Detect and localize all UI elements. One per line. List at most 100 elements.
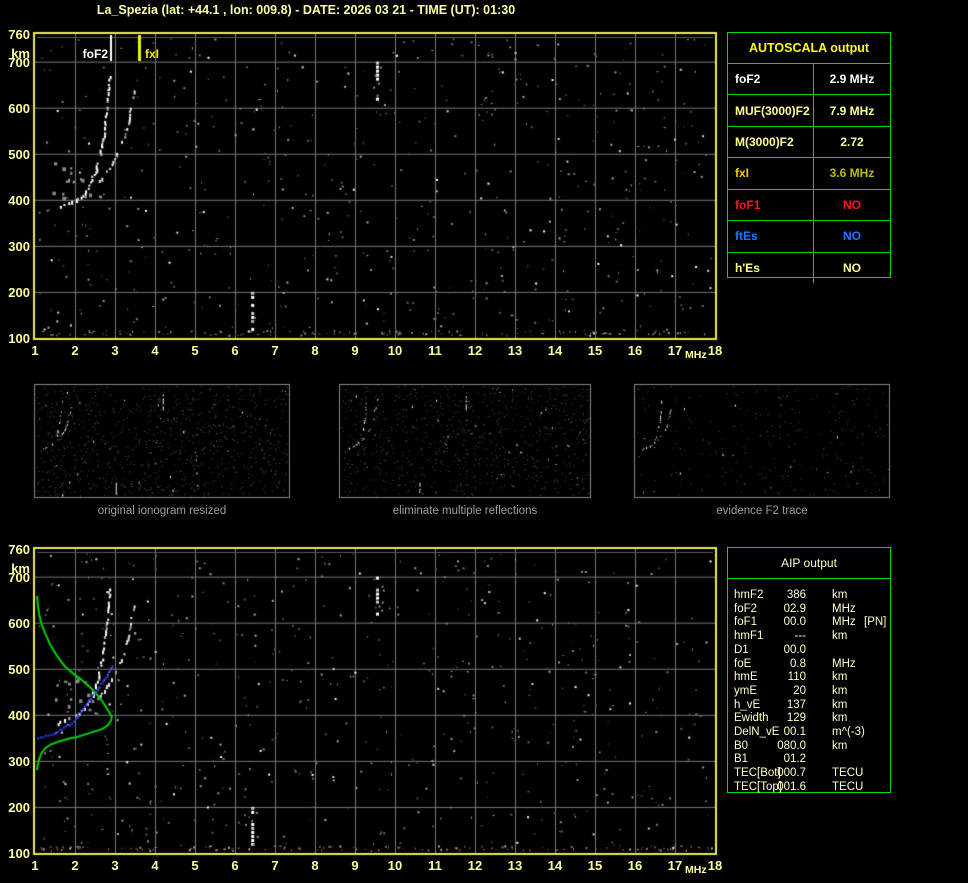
- autoscala-row-value: 2.9 MHz: [829, 72, 875, 87]
- station-title: La_Spezia (lat: +44.1 , lon: 009.8) - DA…: [96, 3, 516, 17]
- aip-output-title: AIP output: [728, 548, 890, 579]
- autoscala-column-divider: [813, 158, 814, 189]
- autoscala-output-title: AUTOSCALA output: [728, 33, 890, 64]
- x-axis-tick-label: 16: [627, 343, 643, 358]
- x-axis-tick-label: 1: [31, 343, 39, 358]
- aip-row-unit: km: [832, 698, 848, 711]
- aip-row-unit: km: [832, 712, 848, 725]
- aip-row-value: 0.8: [790, 657, 806, 670]
- autoscala-row: ftEs NO: [728, 221, 890, 253]
- x-axis-tick-label: 6: [231, 858, 239, 873]
- autoscala-row-label: h'Es: [735, 260, 760, 275]
- autoscala-output-panel: AUTOSCALA output foF2 2.9 MHz MUF(3000)F2 7…: [727, 32, 891, 283]
- fof2-marker-label: foF2: [82, 47, 108, 61]
- x-axis-tick-label: 7: [271, 858, 279, 873]
- aip-row: foF2 02.9 MHz: [728, 603, 890, 616]
- y-axis-tick-label: 600: [8, 615, 30, 631]
- aip-row: h_vE 137 km: [728, 699, 890, 712]
- aip-rows: hmF2 386 km foF2 02.9 MHz foF1 00.0 MHz [PN] hmF1-…: [728, 579, 890, 794]
- x-axis-tick-label: 11: [428, 343, 442, 358]
- y-axis-unit-label: km: [11, 46, 30, 61]
- x-axis-tick-label: 8: [311, 858, 319, 873]
- autoscala-row: h'Es NO: [728, 252, 890, 283]
- aip-row: hmF2 386 km: [728, 589, 890, 602]
- autoscala-column-divider: [813, 189, 814, 221]
- aip-row-unit: km: [832, 589, 848, 601]
- y-axis-tick-label: 200: [8, 284, 30, 300]
- fxi-marker-label: fxI: [145, 47, 160, 61]
- aip-row-label: B0: [734, 739, 749, 752]
- autoscala-row: fxI 3.6 MHz: [728, 158, 890, 190]
- x-axis-tick-label: 5: [191, 343, 199, 358]
- aip-row: TEC[Bot] 000.7 TECU: [728, 767, 890, 780]
- aip-row-unit: km: [832, 684, 848, 697]
- profile-ionogram-plot: [35, 549, 715, 853]
- x-axis-unit-label: MHz: [685, 864, 707, 876]
- thumbnail-f2-trace: [634, 384, 890, 498]
- thumbnail-caption: original ionogram resized: [97, 505, 227, 517]
- y-axis-unit-label: km: [11, 561, 30, 576]
- aip-row: Ewidth 129 km: [728, 712, 890, 725]
- aip-row: DelN_vE 00.1 m^(-3): [728, 726, 890, 739]
- x-axis-tick-label: 9: [351, 858, 359, 873]
- x-axis-tick-label: 14: [547, 858, 563, 873]
- y-axis-tick-label: 300: [8, 753, 30, 769]
- aip-row: D1 00.0: [728, 644, 890, 657]
- autoscala-row-label: MUF(3000)F2: [735, 103, 810, 118]
- y-axis-tick-label: 400: [8, 707, 30, 723]
- autoscala-row-value: NO: [843, 197, 861, 212]
- x-axis-tick-label: 10: [387, 858, 403, 873]
- x-axis-tick-label: 15: [587, 858, 603, 873]
- aip-row-value: 00.1: [783, 726, 806, 738]
- aip-row: hmE 110 km: [728, 671, 890, 684]
- autoscala-row: foF2 2.9 MHz: [728, 64, 890, 96]
- thumbnail-multiple-reflections: [339, 384, 591, 498]
- aip-row-unit: TECU: [832, 780, 864, 793]
- aip-row: B0 080.0 km: [728, 740, 890, 753]
- autoscala-row-label: foF1: [735, 197, 761, 212]
- autoscala-column-divider: [813, 95, 814, 126]
- autoscala-row-label: M(3000)F2: [735, 135, 794, 150]
- x-axis-unit-label: MHz: [685, 349, 707, 361]
- y-axis-tick-label: 200: [8, 799, 30, 815]
- aip-row-unit: MHz: [832, 657, 856, 670]
- autoscala-row-value: 3.6 MHz: [829, 166, 875, 181]
- autoscala-row-label: foF2: [735, 72, 761, 87]
- x-axis-tick-label: 1: [31, 858, 39, 873]
- x-axis-tick-label: 5: [191, 858, 199, 873]
- aip-row-unit: TECU: [832, 767, 864, 780]
- y-axis-tick-label: 300: [8, 238, 30, 254]
- thumbnail-original: [34, 384, 290, 498]
- aip-row-value: 01.2: [783, 753, 806, 766]
- x-axis-tick-label: 9: [351, 343, 359, 358]
- aip-row-unit: m^(-3): [832, 726, 865, 738]
- y-axis-tick-label: 400: [8, 192, 30, 208]
- x-axis-tick-label: 3: [111, 858, 119, 873]
- autoscala-column-divider: [813, 64, 814, 95]
- y-axis-tick-label: 760: [8, 542, 30, 557]
- autoscala-row: foF1 NO: [728, 189, 890, 222]
- autoscala-column-divider: [813, 126, 814, 158]
- aip-row-value: 000.7: [777, 767, 806, 780]
- autoscala-row-label: ftEs: [735, 229, 758, 244]
- aip-row-value: 386: [786, 589, 806, 601]
- y-axis-tick-label: 760: [8, 27, 30, 42]
- aip-row: TEC[Top] 001.6 TECU: [728, 781, 890, 794]
- aip-row-value: 00.0: [783, 643, 806, 656]
- y-axis-tick-label: 500: [8, 146, 30, 162]
- aip-row: foF1 00.0 MHz [PN]: [728, 616, 890, 629]
- y-axis-tick-label: 600: [8, 100, 30, 116]
- x-axis-tick-label: 3: [111, 343, 119, 358]
- aip-row-value: 001.6: [777, 780, 806, 793]
- autoscala-rows: foF2 2.9 MHz MUF(3000)F2 7.9 MHz M(3000)F2 2.…: [728, 64, 890, 283]
- aip-row-note: [PN]: [864, 616, 887, 629]
- aip-row-unit: km: [832, 671, 848, 684]
- autoscala-row-value: NO: [843, 260, 861, 275]
- aip-output-panel: AIP output hmF2 386 km foF2 02.9 MHz foF1 00.0 M…: [727, 547, 891, 793]
- autoscala-row-value: 7.9 MHz: [829, 103, 875, 118]
- thumbnail-caption: eliminate multiple reflections: [392, 505, 538, 517]
- aip-row-unit: MHz: [832, 602, 856, 615]
- x-axis-tick-label: 12: [467, 858, 483, 873]
- aip-row-value: 080.0: [777, 739, 806, 752]
- aip-row: hmF1 --- km: [728, 630, 890, 643]
